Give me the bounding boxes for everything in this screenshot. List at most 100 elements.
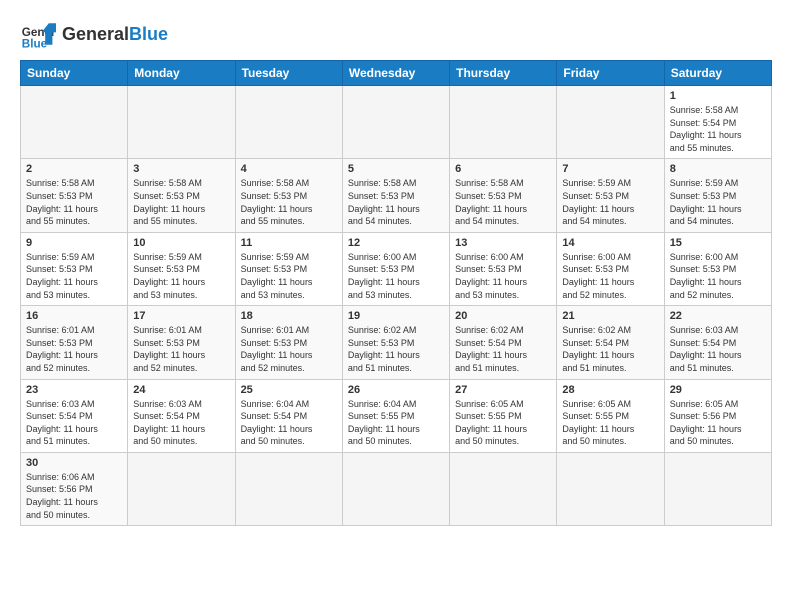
calendar-cell: 20 Sunrise: 6:02 AM Sunset: 5:54 PM Dayli… — [450, 306, 557, 379]
calendar-cell — [128, 452, 235, 525]
day-number: 12 — [348, 237, 444, 249]
calendar-cell: 8 Sunrise: 5:59 AM Sunset: 5:53 PM Daylig… — [664, 159, 771, 232]
calendar-cell: 5Sunrise: 5:58 AM Sunset: 5:53 PM Daylig… — [342, 159, 449, 232]
day-info: Sunrise: 6:03 AM Sunset: 5:54 PM Dayligh… — [26, 398, 122, 448]
weekday-wednesday: Wednesday — [342, 61, 449, 86]
week-row-1: 2Sunrise: 5:58 AM Sunset: 5:53 PM Daylig… — [21, 159, 772, 232]
day-number: 26 — [348, 384, 444, 396]
day-info: Sunrise: 5:59 AM Sunset: 5:53 PM Dayligh… — [562, 177, 658, 227]
header: General Blue GeneralBlue — [20, 16, 772, 52]
day-info: Sunrise: 5:58 AM Sunset: 5:53 PM Dayligh… — [241, 177, 337, 227]
calendar-cell: 4 Sunrise: 5:58 AM Sunset: 5:53 PM Daylig… — [235, 159, 342, 232]
weekday-tuesday: Tuesday — [235, 61, 342, 86]
day-number: 8 — [670, 163, 766, 175]
day-info: Sunrise: 6:00 AM Sunset: 5:53 PM Dayligh… — [562, 251, 658, 301]
day-info: Sunrise: 6:01 AM Sunset: 5:53 PM Dayligh… — [26, 324, 122, 374]
day-info: Sunrise: 6:00 AM Sunset: 5:53 PM Dayligh… — [348, 251, 444, 301]
logo-icon: General Blue — [20, 16, 56, 52]
day-info: Sunrise: 6:03 AM Sunset: 5:54 PM Dayligh… — [670, 324, 766, 374]
calendar-cell: 22 Sunrise: 6:03 AM Sunset: 5:54 PM Dayli… — [664, 306, 771, 379]
calendar-cell: 2Sunrise: 5:58 AM Sunset: 5:53 PM Daylig… — [21, 159, 128, 232]
calendar-table: SundayMondayTuesdayWednesdayThursdayFrid… — [20, 60, 772, 526]
day-number: 7 — [562, 163, 658, 175]
calendar-cell: 7 Sunrise: 5:59 AM Sunset: 5:53 PM Daylig… — [557, 159, 664, 232]
calendar-cell: 17Sunrise: 6:01 AM Sunset: 5:53 PM Dayli… — [128, 306, 235, 379]
day-info: Sunrise: 6:05 AM Sunset: 5:55 PM Dayligh… — [562, 398, 658, 448]
day-info: Sunrise: 6:02 AM Sunset: 5:53 PM Dayligh… — [348, 324, 444, 374]
day-number: 29 — [670, 384, 766, 396]
calendar-cell — [21, 86, 128, 159]
calendar-cell: 28Sunrise: 6:05 AM Sunset: 5:55 PM Dayli… — [557, 379, 664, 452]
day-info: Sunrise: 5:59 AM Sunset: 5:53 PM Dayligh… — [26, 251, 122, 301]
weekday-friday: Friday — [557, 61, 664, 86]
day-info: Sunrise: 6:01 AM Sunset: 5:53 PM Dayligh… — [133, 324, 229, 374]
calendar-cell — [557, 452, 664, 525]
svg-text:Blue: Blue — [22, 38, 48, 51]
day-number: 27 — [455, 384, 551, 396]
calendar-cell: 14 Sunrise: 6:00 AM Sunset: 5:53 PM Dayli… — [557, 232, 664, 305]
calendar-cell: 10Sunrise: 5:59 AM Sunset: 5:53 PM Dayli… — [128, 232, 235, 305]
calendar-cell: 16Sunrise: 6:01 AM Sunset: 5:53 PM Dayli… — [21, 306, 128, 379]
calendar-cell: 25Sunrise: 6:04 AM Sunset: 5:54 PM Dayli… — [235, 379, 342, 452]
day-info: Sunrise: 5:58 AM Sunset: 5:53 PM Dayligh… — [348, 177, 444, 227]
calendar-cell: 26 Sunrise: 6:04 AM Sunset: 5:55 PM Dayli… — [342, 379, 449, 452]
day-info: Sunrise: 5:58 AM Sunset: 5:53 PM Dayligh… — [455, 177, 551, 227]
weekday-sunday: Sunday — [21, 61, 128, 86]
page: General Blue GeneralBlue SundayMondayTue… — [0, 0, 792, 536]
day-number: 20 — [455, 310, 551, 322]
calendar-cell: 3 Sunrise: 5:58 AM Sunset: 5:53 PM Daylig… — [128, 159, 235, 232]
day-number: 18 — [241, 310, 337, 322]
day-number: 4 — [241, 163, 337, 175]
day-info: Sunrise: 5:59 AM Sunset: 5:53 PM Dayligh… — [241, 251, 337, 301]
day-info: Sunrise: 6:04 AM Sunset: 5:55 PM Dayligh… — [348, 398, 444, 448]
day-info: Sunrise: 6:00 AM Sunset: 5:53 PM Dayligh… — [455, 251, 551, 301]
calendar-cell: 9 Sunrise: 5:59 AM Sunset: 5:53 PM Daylig… — [21, 232, 128, 305]
calendar-cell: 21 Sunrise: 6:02 AM Sunset: 5:54 PM Dayli… — [557, 306, 664, 379]
calendar-cell: 30 Sunrise: 6:06 AM Sunset: 5:56 PM Dayli… — [21, 452, 128, 525]
day-number: 13 — [455, 237, 551, 249]
day-number: 6 — [455, 163, 551, 175]
day-info: Sunrise: 6:01 AM Sunset: 5:53 PM Dayligh… — [241, 324, 337, 374]
calendar-cell: 18 Sunrise: 6:01 AM Sunset: 5:53 PM Dayli… — [235, 306, 342, 379]
calendar-cell: 23 Sunrise: 6:03 AM Sunset: 5:54 PM Dayli… — [21, 379, 128, 452]
day-info: Sunrise: 6:06 AM Sunset: 5:56 PM Dayligh… — [26, 471, 122, 521]
week-row-0: 1Sunrise: 5:58 AM Sunset: 5:54 PM Daylig… — [21, 86, 772, 159]
calendar-cell: 29 Sunrise: 6:05 AM Sunset: 5:56 PM Dayli… — [664, 379, 771, 452]
day-info: Sunrise: 6:05 AM Sunset: 5:56 PM Dayligh… — [670, 398, 766, 448]
day-info: Sunrise: 5:58 AM Sunset: 5:54 PM Dayligh… — [670, 104, 766, 154]
calendar-cell: 1Sunrise: 5:58 AM Sunset: 5:54 PM Daylig… — [664, 86, 771, 159]
day-info: Sunrise: 6:03 AM Sunset: 5:54 PM Dayligh… — [133, 398, 229, 448]
calendar-cell: 27 Sunrise: 6:05 AM Sunset: 5:55 PM Dayli… — [450, 379, 557, 452]
calendar-cell — [450, 452, 557, 525]
calendar-cell: 11 Sunrise: 5:59 AM Sunset: 5:53 PM Dayli… — [235, 232, 342, 305]
day-number: 23 — [26, 384, 122, 396]
weekday-saturday: Saturday — [664, 61, 771, 86]
day-info: Sunrise: 6:02 AM Sunset: 5:54 PM Dayligh… — [455, 324, 551, 374]
day-number: 14 — [562, 237, 658, 249]
calendar-cell: 24Sunrise: 6:03 AM Sunset: 5:54 PM Dayli… — [128, 379, 235, 452]
day-info: Sunrise: 5:59 AM Sunset: 5:53 PM Dayligh… — [670, 177, 766, 227]
day-number: 25 — [241, 384, 337, 396]
day-info: Sunrise: 6:05 AM Sunset: 5:55 PM Dayligh… — [455, 398, 551, 448]
calendar-cell: 13 Sunrise: 6:00 AM Sunset: 5:53 PM Dayli… — [450, 232, 557, 305]
day-info: Sunrise: 6:02 AM Sunset: 5:54 PM Dayligh… — [562, 324, 658, 374]
day-number: 11 — [241, 237, 337, 249]
week-row-4: 23 Sunrise: 6:03 AM Sunset: 5:54 PM Dayli… — [21, 379, 772, 452]
day-info: Sunrise: 5:58 AM Sunset: 5:53 PM Dayligh… — [133, 177, 229, 227]
day-number: 10 — [133, 237, 229, 249]
day-number: 21 — [562, 310, 658, 322]
calendar-cell — [342, 86, 449, 159]
week-row-2: 9 Sunrise: 5:59 AM Sunset: 5:53 PM Daylig… — [21, 232, 772, 305]
day-number: 9 — [26, 237, 122, 249]
day-info: Sunrise: 6:00 AM Sunset: 5:53 PM Dayligh… — [670, 251, 766, 301]
logo: General Blue GeneralBlue — [20, 16, 168, 52]
day-number: 30 — [26, 457, 122, 469]
day-number: 3 — [133, 163, 229, 175]
calendar-cell — [128, 86, 235, 159]
weekday-thursday: Thursday — [450, 61, 557, 86]
calendar-cell: 19Sunrise: 6:02 AM Sunset: 5:53 PM Dayli… — [342, 306, 449, 379]
calendar-cell — [342, 452, 449, 525]
day-number: 22 — [670, 310, 766, 322]
calendar-cell — [450, 86, 557, 159]
logo-text: GeneralBlue — [62, 25, 168, 43]
